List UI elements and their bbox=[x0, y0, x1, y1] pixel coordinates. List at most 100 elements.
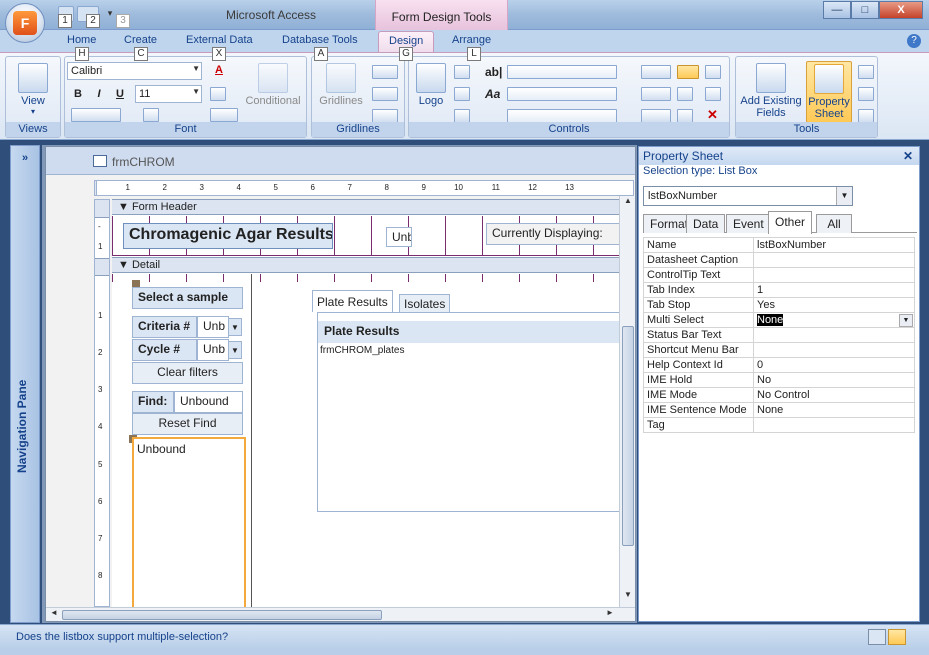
view-button[interactable]: View ▾ bbox=[12, 63, 54, 116]
tab-all[interactable]: All bbox=[816, 214, 852, 233]
object-selector-combo[interactable]: lstBoxNumber ▼ bbox=[643, 186, 853, 206]
date-time-icon[interactable] bbox=[454, 109, 470, 123]
page-numbers-icon[interactable] bbox=[454, 87, 470, 101]
font-color-button[interactable]: A bbox=[210, 61, 228, 79]
delete-icon[interactable]: ✕ bbox=[707, 107, 718, 123]
italic-button[interactable]: I bbox=[90, 85, 108, 103]
criteria-combo[interactable]: Unb bbox=[197, 316, 229, 338]
controls-row2-icon[interactable] bbox=[507, 87, 617, 101]
property-value[interactable]: lstBoxNumber bbox=[753, 237, 915, 253]
form-header-bar[interactable]: ▼ Form Header bbox=[112, 199, 634, 215]
activex-icon[interactable] bbox=[705, 87, 721, 101]
vscroll-thumb[interactable] bbox=[622, 326, 634, 546]
property-row[interactable]: IME Hold No bbox=[643, 372, 915, 388]
line-thickness-icon[interactable] bbox=[641, 65, 671, 79]
cycle-combo[interactable]: Unb bbox=[197, 339, 229, 361]
detail-bar[interactable]: ▼ Detail bbox=[112, 257, 634, 273]
property-value[interactable]: Yes bbox=[753, 297, 915, 313]
property-row[interactable]: Tab Index 1 bbox=[643, 282, 915, 298]
gridline-width-icon[interactable] bbox=[372, 65, 398, 79]
fill-color-icon[interactable] bbox=[210, 87, 226, 101]
conditional-button[interactable]: Conditional bbox=[241, 63, 305, 107]
select-sample-label[interactable]: Select a sample bbox=[132, 287, 243, 309]
design-view-icon[interactable] bbox=[888, 629, 906, 645]
property-value[interactable] bbox=[753, 252, 915, 268]
tab-home[interactable]: Home bbox=[67, 34, 96, 46]
tab-arrange[interactable]: Arrange bbox=[452, 34, 491, 46]
clear-filters-button[interactable]: Clear filters bbox=[132, 362, 243, 384]
cycle-label[interactable]: Cycle # bbox=[132, 339, 197, 361]
chevron-down-icon[interactable]: ▼ bbox=[899, 314, 913, 327]
minimize-button[interactable]: — bbox=[823, 1, 851, 19]
tab-order-icon[interactable] bbox=[858, 87, 874, 101]
property-row[interactable]: ControlTip Text bbox=[643, 267, 915, 283]
header-title-label[interactable]: Chromagenic Agar Results bbox=[123, 223, 333, 249]
gridlines-button[interactable]: Gridlines bbox=[316, 63, 366, 107]
tab-isolates[interactable]: Isolates bbox=[399, 294, 451, 313]
criteria-dropdown-icon[interactable]: ▼ bbox=[228, 318, 242, 336]
add-existing-fields-button[interactable]: Add Existing Fields bbox=[739, 63, 803, 119]
controls-row1-icon[interactable] bbox=[507, 65, 617, 79]
title-control-icon[interactable] bbox=[454, 65, 470, 79]
horizontal-scrollbar[interactable]: ◄ ► bbox=[46, 607, 635, 621]
tab-data[interactable]: Data bbox=[686, 214, 726, 233]
control-wizards-icon[interactable] bbox=[677, 87, 693, 101]
property-row[interactable]: Shortcut Menu Bar bbox=[643, 342, 915, 358]
gridline-color-icon[interactable] bbox=[372, 109, 398, 123]
property-row[interactable]: IME Mode No Control bbox=[643, 387, 915, 403]
hscroll-thumb[interactable] bbox=[62, 610, 382, 620]
tab-external-data[interactable]: External Data bbox=[186, 34, 253, 46]
tab-plate-results[interactable]: Plate Results bbox=[312, 290, 393, 312]
property-row[interactable]: Status Bar Text bbox=[643, 327, 915, 343]
tab-database-tools[interactable]: Database Tools bbox=[282, 34, 358, 46]
subform-icon[interactable] bbox=[858, 109, 874, 123]
find-textbox[interactable]: Unbound bbox=[174, 391, 243, 413]
property-value[interactable]: No Control bbox=[753, 387, 915, 403]
property-row[interactable]: Tag bbox=[643, 417, 915, 433]
property-sheet-close-icon[interactable]: ✕ bbox=[903, 149, 913, 163]
tab-other[interactable]: Other bbox=[768, 211, 813, 234]
listbox[interactable]: Unbound bbox=[132, 437, 246, 607]
find-label[interactable]: Find: bbox=[132, 391, 174, 413]
property-row[interactable]: Datasheet Caption bbox=[643, 252, 915, 268]
navigation-pane[interactable]: » Navigation Pane bbox=[10, 145, 40, 623]
chevron-down-icon[interactable]: ▼ bbox=[836, 187, 852, 205]
line-color-icon[interactable] bbox=[641, 109, 671, 123]
line-type-icon[interactable] bbox=[641, 87, 671, 101]
property-value[interactable] bbox=[753, 327, 915, 343]
property-row[interactable]: Name lstBoxNumber bbox=[643, 237, 915, 253]
property-sheet-button[interactable]: Property Sheet bbox=[806, 61, 852, 123]
property-row[interactable]: IME Sentence Mode None bbox=[643, 402, 915, 418]
criteria-label[interactable]: Criteria # bbox=[132, 316, 197, 338]
property-value[interactable]: None bbox=[753, 402, 915, 418]
horizontal-ruler[interactable]: 1 2 3 4 5 6 7 8 9 10 11 12 13 bbox=[96, 180, 634, 196]
header-unbound-textbox[interactable]: Unb bbox=[386, 227, 412, 247]
property-value[interactable] bbox=[753, 267, 915, 283]
tab-event[interactable]: Event bbox=[726, 214, 771, 233]
help-icon[interactable]: ? bbox=[907, 34, 921, 48]
property-value[interactable]: None ▼ bbox=[753, 312, 915, 328]
vertical-ruler[interactable]: - 1 1 2 3 4 5 6 7 8 bbox=[94, 199, 110, 607]
format-painter-icon[interactable] bbox=[143, 108, 159, 122]
currently-displaying-label[interactable]: Currently Displaying: bbox=[486, 223, 621, 245]
align-buttons-icon[interactable] bbox=[71, 108, 121, 122]
design-canvas[interactable]: ▼ Form Header Chromagenic Agar Results U… bbox=[112, 199, 634, 607]
label-tool-icon[interactable]: Aa bbox=[485, 87, 500, 101]
pointer-icon[interactable] bbox=[705, 65, 721, 79]
insert-chart-icon[interactable] bbox=[677, 109, 693, 123]
font-size-combo[interactable]: 11 ▼ bbox=[135, 85, 202, 103]
close-button[interactable]: X bbox=[879, 1, 923, 19]
cycle-dropdown-icon[interactable]: ▼ bbox=[228, 341, 242, 359]
property-value[interactable]: No bbox=[753, 372, 915, 388]
tab-create[interactable]: Create bbox=[124, 34, 157, 46]
reset-find-button[interactable]: Reset Find bbox=[132, 413, 243, 435]
select-tool-icon[interactable] bbox=[677, 65, 699, 79]
subform-container[interactable]: Plate Results frmCHROM_plates bbox=[317, 312, 634, 512]
property-row[interactable]: Tab Stop Yes bbox=[643, 297, 915, 313]
underline-button[interactable]: U bbox=[111, 85, 129, 103]
property-value[interactable] bbox=[753, 417, 915, 433]
font-name-combo[interactable]: Calibri ▼ bbox=[67, 62, 202, 80]
property-value[interactable]: 0 bbox=[753, 357, 915, 373]
controls-row3-icon[interactable] bbox=[507, 109, 617, 123]
bold-button[interactable]: B bbox=[69, 85, 87, 103]
